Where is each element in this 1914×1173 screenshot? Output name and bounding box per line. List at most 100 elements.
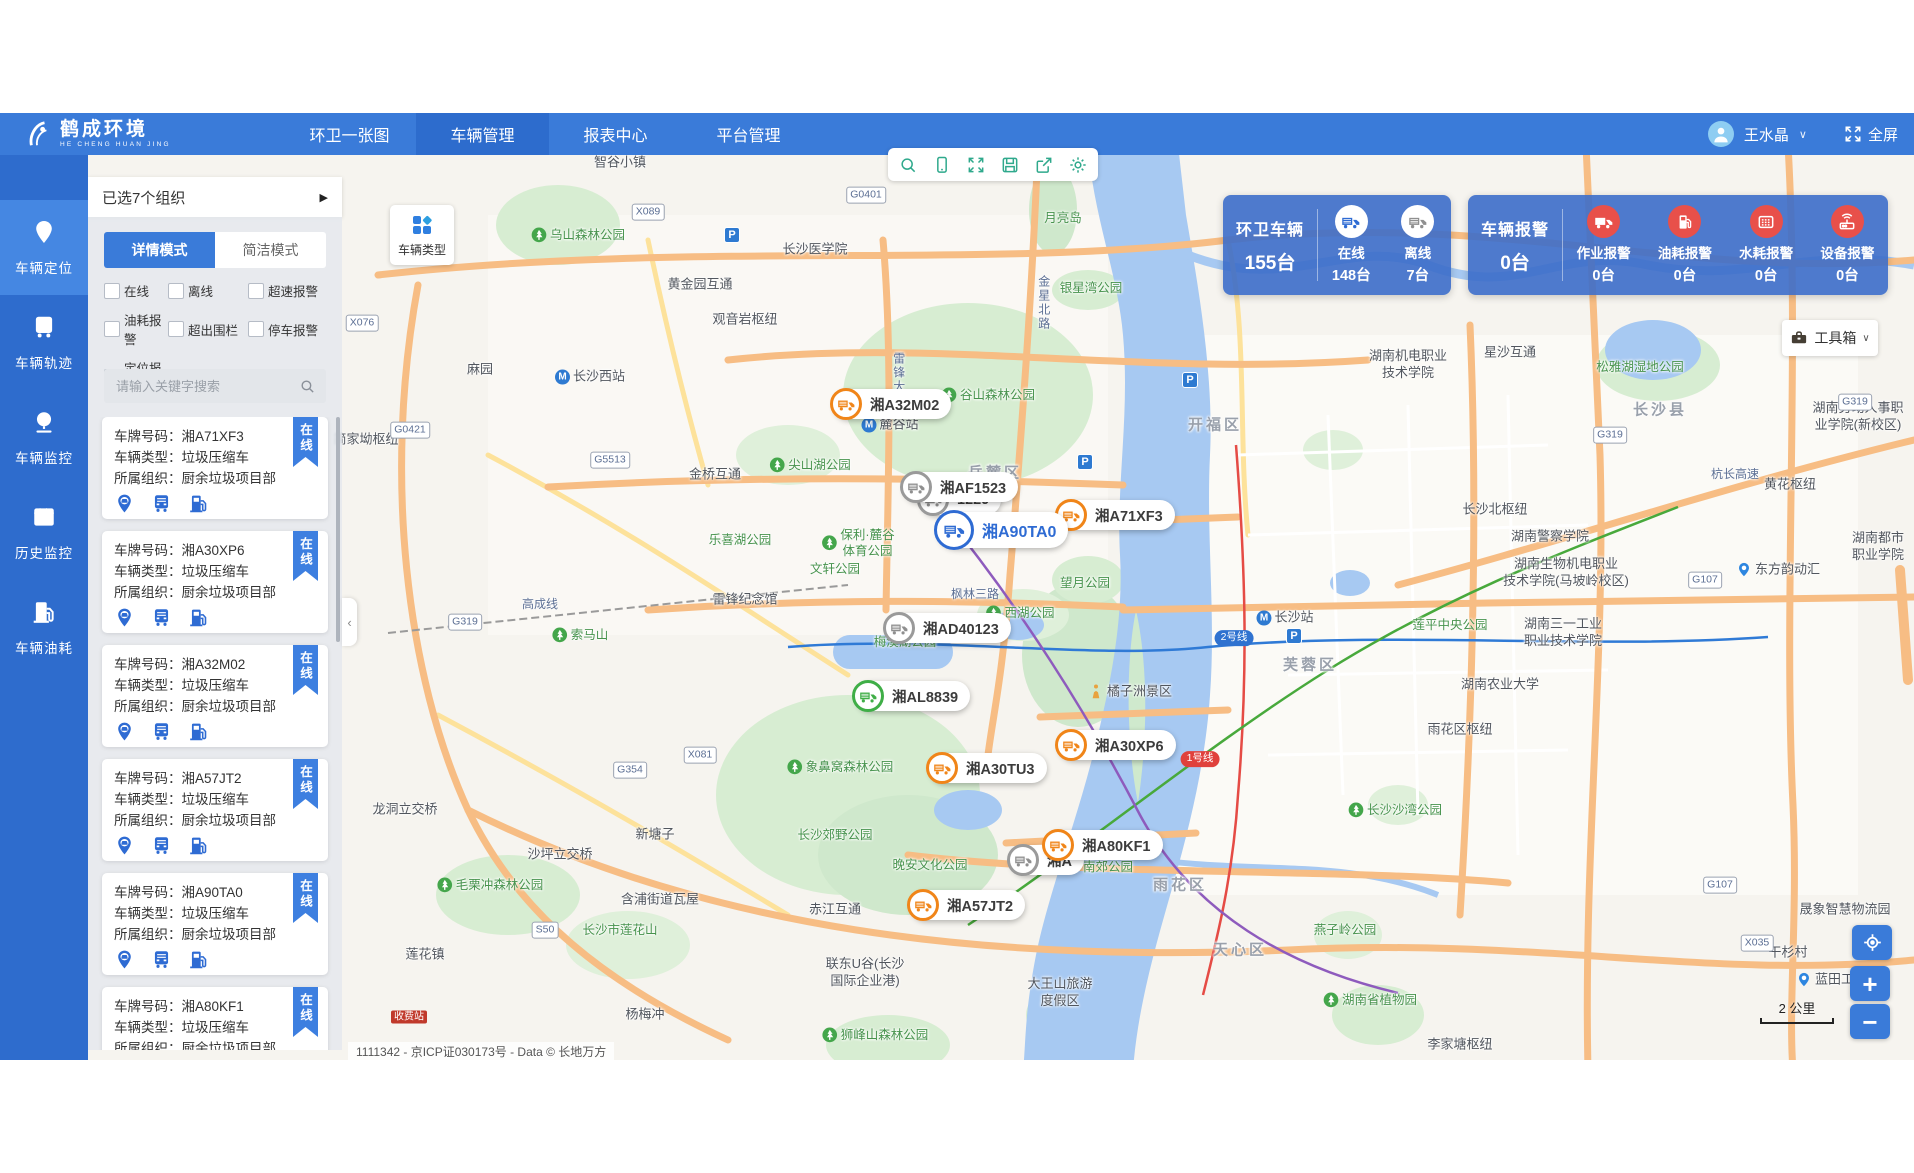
card-locate-icon[interactable] [114, 607, 135, 628]
vehicle-marker-湘A30XP6[interactable]: 湘A30XP6 [1059, 730, 1176, 760]
online-value: 148台 [1332, 264, 1371, 285]
expand-icon[interactable] [966, 155, 986, 175]
card-track-icon[interactable] [151, 721, 172, 742]
zoom-in-button[interactable]: + [1850, 966, 1890, 1001]
map-label-text: G0401 [850, 188, 882, 203]
card-locate-icon[interactable] [114, 949, 135, 970]
vehicle-card[interactable]: 车牌号码：湘A57JT2车辆类型：垃圾压缩车所属组织：厨余垃圾项目部在线 [102, 759, 328, 861]
checkbox[interactable] [168, 321, 184, 337]
vehicle-marker-湘AL8839[interactable]: 湘AL8839 [856, 681, 970, 711]
vehicle-marker-湘A30TU3[interactable]: 湘A30TU3 [930, 753, 1047, 783]
vehicle-marker-湘AF1523[interactable]: 湘AF1523 [904, 472, 1018, 502]
card-track-icon[interactable] [151, 949, 172, 970]
vehicle-marker-湘A71XF3[interactable]: 湘A71XF3 [1059, 500, 1175, 530]
map-park-label: 晚安文化公园 [892, 857, 967, 873]
alarm-stat-设备报警[interactable]: 设备报警0台 [1807, 205, 1888, 285]
map-label-text: 天心区 [1213, 940, 1267, 960]
panel-collapse-handle[interactable]: ‹ [342, 598, 357, 646]
user-avatar[interactable] [1708, 121, 1734, 147]
sidebar-item-车辆监控[interactable]: 车辆监控 [0, 390, 88, 485]
vehicle-type-button[interactable]: 车辆类型 [390, 205, 454, 265]
map-park-label: 望月公园 [1060, 575, 1110, 591]
filter-在线[interactable]: 在线 [104, 281, 168, 300]
filter-油耗报警[interactable]: 油耗报警 [104, 310, 168, 348]
save-icon[interactable] [1000, 155, 1020, 175]
card-fuel-icon[interactable] [188, 607, 209, 628]
map-road-badge: X089 [632, 204, 665, 221]
vehicle-card[interactable]: 车牌号码：湘A32M02车辆类型：垃圾压缩车所属组织：厨余垃圾项目部在线 [102, 645, 328, 747]
checkbox[interactable] [168, 283, 184, 299]
filter-停车报警[interactable]: 停车报警 [248, 310, 330, 348]
checkbox[interactable] [248, 283, 264, 299]
card-fuel-icon[interactable] [188, 949, 209, 970]
parking-icon: P [1077, 454, 1093, 470]
user-name[interactable]: 王水晶 [1744, 124, 1789, 145]
share-icon[interactable] [1034, 155, 1054, 175]
vehicle-card[interactable]: 车牌号码：湘A71XF3车辆类型：垃圾压缩车所属组织：厨余垃圾项目部在线 [102, 417, 328, 519]
nav-item-环卫一张图[interactable]: 环卫一张图 [283, 113, 416, 155]
card-track-icon[interactable] [151, 493, 172, 514]
filter-超速报警[interactable]: 超速报警 [248, 281, 330, 300]
list-scrollbar[interactable] [336, 417, 340, 642]
checkbox[interactable] [248, 321, 264, 337]
alarm-stat-作业报警[interactable]: 作业报警0台 [1563, 205, 1644, 285]
search-box[interactable] [104, 369, 326, 403]
truck-icon [830, 388, 862, 420]
locate-button[interactable] [1852, 925, 1892, 960]
vehicle-card[interactable]: 车牌号码：湘A80KF1车辆类型：垃圾压缩车所属组织：厨余垃圾项目部在线 [102, 987, 328, 1050]
card-locate-icon[interactable] [114, 835, 135, 856]
card-track-icon[interactable] [151, 607, 172, 628]
org-header[interactable]: 已选7个组织 ▶ [88, 177, 342, 217]
card-locate-icon[interactable] [114, 493, 135, 514]
vehicle-marker-湘A32M02[interactable]: 湘A32M02 [834, 389, 951, 419]
sidebar-item-车辆轨迹[interactable]: 车辆轨迹 [0, 295, 88, 390]
truck-icon [1055, 729, 1087, 761]
map-district-label: 长沙县 [1633, 400, 1687, 420]
checkbox[interactable] [104, 321, 120, 337]
vehicle-marker-湘A80KF1[interactable]: 湘A80KF1 [1046, 830, 1163, 860]
tab-简洁模式[interactable]: 简洁模式 [215, 232, 326, 268]
nav-item-报表中心[interactable]: 报表中心 [549, 113, 682, 155]
filter-超出围栏[interactable]: 超出围栏 [168, 310, 248, 348]
vehicle-marker-湘AD40123[interactable]: 湘AD40123 [887, 613, 1011, 643]
vehicle-marker-湘A57JT2[interactable]: 湘A57JT2 [911, 890, 1025, 920]
zoom-search-icon[interactable] [898, 155, 918, 175]
map-label-text: 芙蓉区 [1283, 655, 1337, 675]
map-place-label: 大王山旅游 度假区 [1027, 976, 1092, 1010]
search-input[interactable] [114, 378, 299, 395]
online-stat[interactable]: 在线 148台 [1318, 205, 1385, 285]
card-fuel-icon[interactable] [188, 835, 209, 856]
fullscreen-button[interactable]: 全屏 [1843, 124, 1898, 145]
alarm-stat-油耗报警[interactable]: 油耗报警0台 [1644, 205, 1725, 285]
map-label-text: 晟象智慧物流园 [1799, 902, 1890, 919]
toolbox-button[interactable]: 工具箱 ∨ [1782, 320, 1878, 356]
sidebar-item-车辆油耗[interactable]: 车辆油耗 [0, 580, 88, 675]
user-chevron-down-icon[interactable]: ∨ [1799, 128, 1807, 141]
vehicle-card[interactable]: 车牌号码：湘A30XP6车辆类型：垃圾压缩车所属组织：厨余垃圾项目部在线 [102, 531, 328, 633]
card-track-icon[interactable] [151, 835, 172, 856]
map-label-text: 开福区 [1188, 415, 1242, 435]
card-fuel-icon[interactable] [188, 721, 209, 742]
map-label-text: 莲花镇 [405, 947, 444, 964]
vehicle-card[interactable]: 车牌号码：湘A90TA0车辆类型：垃圾压缩车所属组织：厨余垃圾项目部在线 [102, 873, 328, 975]
nav-item-车辆管理[interactable]: 车辆管理 [416, 113, 549, 155]
search-icon[interactable] [299, 378, 316, 395]
org-expand-icon[interactable]: ▶ [320, 191, 328, 204]
offline-stat[interactable]: 离线 7台 [1385, 205, 1452, 285]
settings-gear-icon[interactable] [1068, 155, 1088, 175]
tab-详情模式[interactable]: 详情模式 [104, 232, 215, 268]
card-locate-icon[interactable] [114, 721, 135, 742]
vehicle-marker-湘A90TA0[interactable]: 湘A90TA0 [938, 512, 1068, 548]
sidebar-item-历史监控[interactable]: 历史监控 [0, 485, 88, 580]
sidebar-item-车辆定位[interactable]: 车辆定位 [0, 200, 88, 295]
map-label-text: 乌山森林公园 [550, 227, 625, 243]
tablet-icon[interactable] [932, 155, 952, 175]
alarm-stat-水耗报警[interactable]: 水耗报警0台 [1726, 205, 1807, 285]
nav-item-平台管理[interactable]: 平台管理 [682, 113, 815, 155]
zoom-out-button[interactable]: − [1850, 1004, 1890, 1039]
card-fuel-icon[interactable] [188, 493, 209, 514]
org-header-label: 已选7个组织 [102, 187, 185, 208]
map-label-text: 莲平中央公园 [1412, 617, 1487, 633]
checkbox[interactable] [104, 283, 120, 299]
filter-离线[interactable]: 离线 [168, 281, 248, 300]
